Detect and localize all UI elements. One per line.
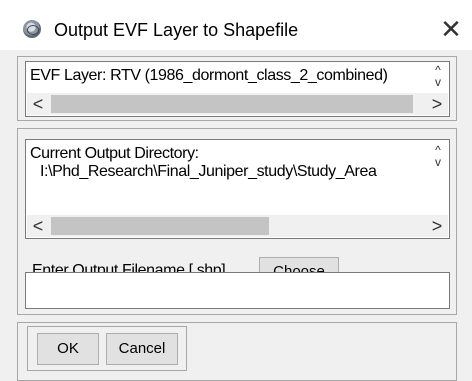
scroll-left-icon[interactable]: < — [27, 93, 49, 115]
layer-horizontal-scrollbar[interactable]: < > — [27, 93, 448, 115]
layer-listbox[interactable]: EVF Layer: RTV (1986_dormont_class_2_com… — [25, 61, 450, 117]
directory-listbox[interactable]: Current Output Directory: I:\Phd_Researc… — [25, 139, 450, 239]
title-bar: Output EVF Layer to Shapefile ✕ — [0, 0, 472, 50]
scroll-right-icon[interactable]: > — [426, 93, 448, 115]
cancel-button[interactable]: Cancel — [106, 333, 178, 365]
scroll-thumb[interactable] — [51, 217, 269, 235]
directory-horizontal-scrollbar[interactable]: < > — [27, 215, 448, 237]
scroll-thumb[interactable] — [51, 95, 413, 113]
directory-path[interactable]: I:\Phd_Research\Final_Juniper_study\Stud… — [40, 163, 425, 181]
directory-vertical-scrollbar[interactable]: ^ v — [429, 144, 447, 185]
scroll-down-icon[interactable]: v — [429, 76, 447, 89]
layer-vertical-scrollbar[interactable]: ^ v — [429, 64, 447, 89]
close-icon[interactable]: ✕ — [436, 14, 466, 44]
layer-list-item[interactable]: EVF Layer: RTV (1986_dormont_class_2_com… — [30, 67, 425, 85]
ok-button[interactable]: OK — [37, 333, 99, 365]
window-title: Output EVF Layer to Shapefile — [54, 20, 299, 40]
dialog-window: Output EVF Layer to Shapefile ✕ EVF Laye… — [0, 0, 472, 381]
filename-input[interactable] — [25, 272, 450, 309]
scroll-right-icon[interactable]: > — [426, 215, 448, 237]
directory-label: Current Output Directory: — [30, 145, 199, 162]
scroll-left-icon[interactable]: < — [27, 215, 49, 237]
app-globe-icon — [23, 20, 41, 38]
scroll-down-icon[interactable]: v — [429, 156, 447, 169]
